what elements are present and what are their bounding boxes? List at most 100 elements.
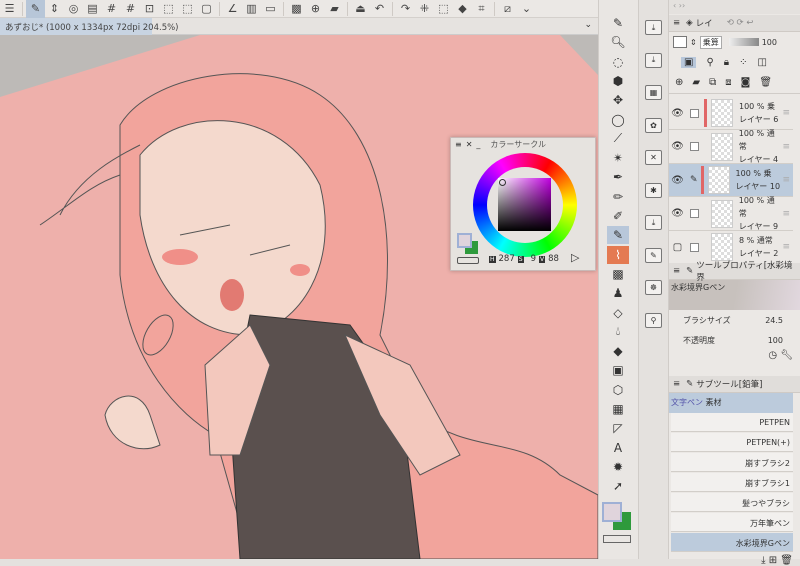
layer-row[interactable]: 👁︎ 100 % 乗レイヤー 6 ≡ bbox=[669, 97, 793, 130]
lasso-icon[interactable]: ◯ bbox=[607, 111, 629, 129]
text-icon[interactable]: A bbox=[607, 439, 629, 457]
brush-size-value[interactable]: 24.5 bbox=[765, 316, 783, 325]
new-canvas-icon[interactable]: ⊕ bbox=[306, 0, 325, 18]
correction-icon[interactable]: ➚ bbox=[607, 477, 629, 495]
main-color-swatch[interactable] bbox=[457, 233, 472, 248]
fill-bucket-icon[interactable]: ◆ bbox=[607, 342, 629, 360]
layer-checkbox[interactable] bbox=[689, 209, 699, 218]
deselect-icon[interactable]: ⬚ bbox=[434, 0, 453, 18]
sub-tool-item[interactable]: 髪つやブラシ bbox=[671, 493, 793, 512]
pen-icon[interactable]: ✎ bbox=[607, 14, 629, 32]
eye-icon[interactable]: 👁︎ bbox=[669, 108, 686, 119]
clock-icon[interactable]: ◷ bbox=[768, 350, 777, 361]
merge-down-icon[interactable]: ⧈ bbox=[725, 77, 731, 88]
sub-view-icon[interactable]: ✱ bbox=[645, 182, 662, 198]
pose-icon[interactable]: ☸ bbox=[645, 280, 662, 295]
eye-icon[interactable]: 👁︎ bbox=[669, 175, 686, 186]
pencil-icon[interactable]: ✏ bbox=[607, 188, 629, 206]
tool-opacity-value[interactable]: 100 bbox=[768, 336, 783, 345]
menu-icon[interactable]: ☰ bbox=[0, 0, 19, 18]
drag-handle-icon[interactable]: ≡ bbox=[782, 209, 790, 219]
object-select-icon[interactable]: ⬢ bbox=[607, 72, 629, 90]
stamp-icon[interactable]: ♟ bbox=[607, 284, 629, 302]
drag-handle-icon[interactable]: ≡ bbox=[782, 142, 790, 152]
eye-icon[interactable]: 👁︎ bbox=[669, 208, 686, 219]
sub-tool-item[interactable]: PETPEN bbox=[671, 413, 793, 432]
brightness-value[interactable]: 88 bbox=[548, 254, 559, 264]
airbrush-icon[interactable]: ⌇ bbox=[607, 245, 629, 264]
drawing-canvas[interactable] bbox=[0, 35, 598, 559]
hidden-icon[interactable]: ▢ bbox=[669, 242, 686, 253]
mask-icon[interactable]: ◫ bbox=[758, 57, 767, 68]
document-tab[interactable]: あずおじ* (1000 x 1334px 72dpi 204.5%) bbox=[0, 18, 179, 35]
lock-transparent-icon[interactable]: ⁘ bbox=[739, 57, 747, 68]
ruler-tool-icon[interactable]: ◸ bbox=[607, 419, 629, 437]
copy-layer-icon[interactable]: ⧉ bbox=[709, 77, 716, 88]
grid-panel-icon[interactable]: ▦ bbox=[645, 85, 662, 100]
main-color-swatch[interactable] bbox=[602, 502, 622, 522]
frame-icon[interactable]: ▦ bbox=[607, 400, 629, 418]
add-icon[interactable]: ⊞ bbox=[769, 555, 777, 566]
play-icon[interactable]: ▷ bbox=[571, 251, 579, 264]
sub-tool-item[interactable]: PETPEN(+) bbox=[671, 433, 793, 452]
sub-tool-item[interactable]: 万年筆ペン bbox=[671, 513, 793, 532]
sub-tool-item[interactable]: 水彩境界Gペン bbox=[671, 533, 793, 552]
layer-mask-icon[interactable]: ◙ bbox=[741, 77, 751, 88]
saturation-value[interactable]: 9 bbox=[531, 254, 536, 264]
menu-icon[interactable]: ≡ bbox=[673, 18, 680, 28]
grid-icon[interactable]: # bbox=[102, 0, 121, 18]
eyedropper-icon[interactable]: ⟋ bbox=[607, 130, 629, 148]
fill-icon[interactable]: ◆ bbox=[453, 0, 472, 18]
gradient-icon[interactable]: ▭ bbox=[261, 0, 280, 18]
download-panel-icon[interactable]: ⤓ bbox=[645, 20, 662, 35]
lock-icon[interactable]: 🔒︎ bbox=[724, 57, 729, 68]
blend-mode-select[interactable]: 乗算 bbox=[699, 35, 722, 49]
drag-handle-icon[interactable]: ≡ bbox=[782, 175, 790, 185]
eye-icon[interactable]: 👁︎ bbox=[669, 141, 686, 152]
layer-name[interactable]: レイヤー 6 bbox=[739, 113, 778, 126]
layer-row[interactable]: 👁︎ 100 % 通常 レイヤー 9 ≡ bbox=[669, 196, 793, 231]
material-icon[interactable]: ✿ bbox=[645, 117, 662, 133]
hue-value[interactable]: 287 bbox=[499, 254, 515, 264]
transparent-color-icon[interactable] bbox=[457, 257, 479, 264]
zoom-icon[interactable]: 🔍︎ bbox=[607, 33, 629, 51]
rotate-icon[interactable]: ◌ bbox=[607, 53, 629, 71]
spiral-icon[interactable]: ◎ bbox=[64, 0, 83, 18]
move-icon[interactable]: ✥ bbox=[607, 91, 629, 109]
gradient-tool-icon[interactable]: ▣ bbox=[607, 361, 629, 379]
chevron-updown-icon[interactable]: ⇕ bbox=[45, 0, 64, 18]
tone-icon[interactable]: ▩ bbox=[287, 0, 306, 18]
minimize-icon[interactable]: _ bbox=[476, 140, 480, 149]
zoom-canvas-icon[interactable]: ⊡ bbox=[140, 0, 159, 18]
layer-checkbox[interactable] bbox=[690, 242, 699, 252]
layer-name[interactable]: レイヤー 10 bbox=[736, 180, 780, 193]
select-layer-icon[interactable]: ⬚ bbox=[159, 0, 178, 18]
hide-icon[interactable]: ⧄ bbox=[498, 0, 517, 18]
trash-icon[interactable]: 🗑︎ bbox=[780, 555, 793, 566]
clip-layer-icon[interactable]: ▣ bbox=[681, 56, 697, 68]
figure-icon[interactable]: ⚲ bbox=[645, 312, 662, 328]
menu-icon[interactable]: ≡ bbox=[455, 140, 462, 149]
drag-handle-icon[interactable]: ≡ bbox=[782, 108, 790, 118]
brush-icon[interactable]: ✐ bbox=[607, 207, 629, 225]
reference-layer-icon[interactable]: ⚲ bbox=[706, 57, 713, 68]
saturation-value-square[interactable] bbox=[498, 178, 551, 231]
shape-icon[interactable]: ⬡ bbox=[607, 381, 629, 399]
layer-checkbox[interactable] bbox=[690, 108, 699, 118]
watercolor-pen-icon[interactable]: ✎ bbox=[607, 226, 629, 245]
delete-layer-icon[interactable]: 🗑︎ bbox=[759, 77, 772, 88]
pen-pressure-icon[interactable]: ✎ bbox=[26, 0, 45, 18]
expression-color[interactable] bbox=[673, 36, 687, 48]
eraser-icon[interactable]: ◇ bbox=[607, 304, 629, 322]
undo-icon[interactable]: ↶ bbox=[370, 0, 389, 18]
close-icon[interactable]: ✕ bbox=[466, 140, 473, 149]
download-panel-icon[interactable]: ⤓ bbox=[645, 52, 662, 68]
open-folder-icon[interactable]: ▰ bbox=[325, 0, 344, 18]
grid-alt-icon[interactable]: # bbox=[121, 0, 140, 18]
scanner-icon[interactable]: ▤ bbox=[83, 0, 102, 18]
save-icon[interactable]: ⏏ bbox=[351, 0, 370, 18]
download-icon[interactable]: ⤓ bbox=[761, 555, 765, 566]
more-icon[interactable]: ⌄ bbox=[517, 0, 536, 18]
layer-prop-icon[interactable]: ▥ bbox=[242, 0, 261, 18]
blend-icon[interactable]: 💧︎ bbox=[607, 323, 629, 341]
